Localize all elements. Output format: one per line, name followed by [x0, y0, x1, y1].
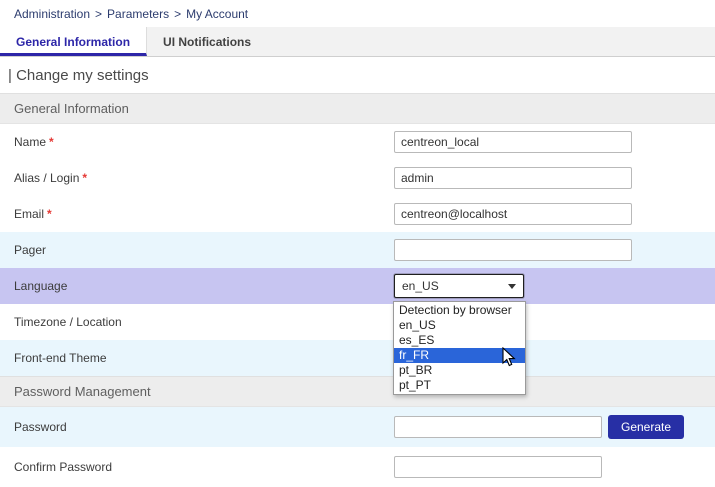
language-dropdown: Detection by browser en_US es_ES fr_FR p… — [393, 301, 526, 395]
field-label-confirm-password: Confirm Password — [0, 460, 394, 474]
field-label-alias: Alias / Login* — [0, 171, 394, 185]
page-title: | Change my settings — [0, 57, 715, 93]
section-header-password: Password Management — [0, 376, 715, 407]
breadcrumb-link-parameters[interactable]: Parameters — [107, 7, 169, 21]
field-label-name: Name* — [0, 135, 394, 149]
field-label-language: Language — [0, 279, 394, 293]
dropdown-option[interactable]: pt_PT — [394, 378, 525, 393]
tab-ui-notifications[interactable]: UI Notifications — [147, 27, 267, 56]
section-header-general: General Information — [0, 93, 715, 124]
required-indicator: * — [49, 135, 54, 149]
field-label-theme: Front-end Theme — [0, 351, 394, 365]
generate-button[interactable]: Generate — [608, 415, 684, 439]
form-row-password: Password Generate — [0, 407, 715, 447]
dropdown-option[interactable]: Detection by browser — [394, 303, 525, 318]
dropdown-option[interactable]: pt_BR — [394, 363, 525, 378]
name-input[interactable] — [394, 131, 632, 153]
field-label-timezone: Timezone / Location — [0, 315, 394, 329]
field-label-text: Password — [14, 420, 67, 434]
field-label-text: Language — [14, 279, 67, 293]
dropdown-option[interactable]: es_ES — [394, 333, 525, 348]
dropdown-option[interactable]: en_US — [394, 318, 525, 333]
email-input[interactable] — [394, 203, 632, 225]
form-row-pager: Pager — [0, 232, 715, 268]
breadcrumb-link-my-account[interactable]: My Account — [186, 7, 248, 21]
required-indicator: * — [82, 171, 87, 185]
field-label-pager: Pager — [0, 243, 394, 257]
field-label-text: Pager — [14, 243, 46, 257]
form-row-name: Name* — [0, 124, 715, 160]
field-label-text: Front-end Theme — [14, 351, 107, 365]
form-row-theme: Front-end Theme — [0, 340, 715, 376]
language-select[interactable]: en_US — [394, 274, 524, 298]
form-row-alias: Alias / Login* — [0, 160, 715, 196]
form-row-confirm-password: Confirm Password — [0, 447, 715, 487]
form-row-timezone: Timezone / Location — [0, 304, 715, 340]
breadcrumb-link-administration[interactable]: Administration — [14, 7, 90, 21]
language-selected-value: en_US — [402, 279, 439, 293]
field-label-password: Password — [0, 420, 394, 434]
form-row-email: Email* — [0, 196, 715, 232]
field-label-text: Name — [14, 135, 46, 149]
breadcrumb-separator: > — [174, 7, 181, 21]
required-indicator: * — [47, 207, 52, 221]
field-label-text: Confirm Password — [14, 460, 112, 474]
pager-input[interactable] — [394, 239, 632, 261]
tab-bar: General Information UI Notifications — [0, 27, 715, 57]
breadcrumb-separator: > — [95, 7, 102, 21]
password-input[interactable] — [394, 416, 602, 438]
chevron-down-icon — [508, 284, 516, 289]
tab-general-information[interactable]: General Information — [0, 27, 147, 56]
dropdown-option-highlighted[interactable]: fr_FR — [394, 348, 525, 363]
field-label-text: Timezone / Location — [14, 315, 122, 329]
field-label-text: Email — [14, 207, 44, 221]
alias-input[interactable] — [394, 167, 632, 189]
confirm-password-input[interactable] — [394, 456, 602, 478]
field-label-text: Alias / Login — [14, 171, 79, 185]
field-label-email: Email* — [0, 207, 394, 221]
breadcrumb: Administration > Parameters > My Account — [0, 0, 715, 27]
form-row-language: Language en_US Detection by browser en_U… — [0, 268, 715, 304]
